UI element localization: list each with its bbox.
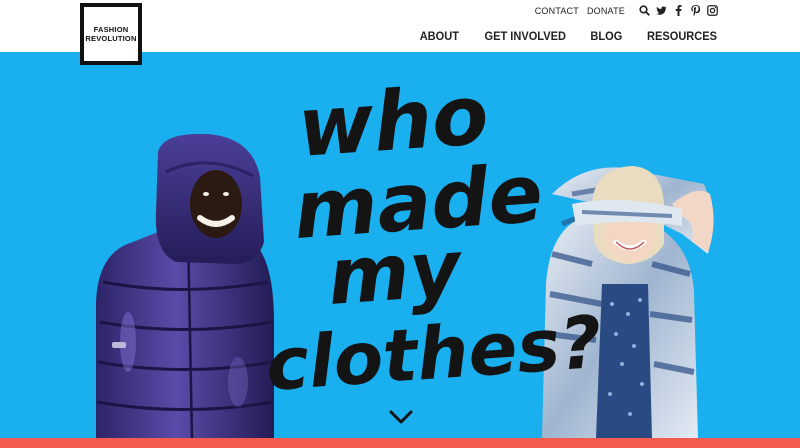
headline-line-3: my (325, 224, 466, 323)
nav-blog[interactable]: BLOG (591, 29, 623, 43)
fashion-revolution-logo[interactable]: FASHION REVOLUTION (80, 3, 142, 65)
nav-get-involved[interactable]: GET INVOLVED (484, 29, 565, 43)
facebook-icon[interactable] (673, 5, 684, 16)
headline-line-4: clothes? (263, 300, 604, 407)
main-nav: ABOUT GET INVOLVED BLOG RESOURCES (418, 29, 720, 43)
accent-bar (0, 438, 800, 448)
utility-nav: CONTACT DONATE (535, 5, 718, 16)
pinterest-icon[interactable] (690, 5, 701, 16)
site-header: FASHION REVOLUTION CONTACT DONATE ABOUT … (0, 0, 800, 65)
hero-headline: who made my clothes? (263, 68, 604, 407)
social-icons (639, 5, 718, 16)
twitter-icon[interactable] (656, 5, 667, 16)
nav-resources[interactable]: RESOURCES (647, 29, 717, 43)
contact-link[interactable]: CONTACT (535, 6, 579, 16)
search-icon[interactable] (639, 5, 650, 16)
logo-line-2: REVOLUTION (85, 34, 137, 43)
chevron-down-icon[interactable] (388, 408, 414, 426)
hero-banner: who made my clothes? (0, 52, 800, 438)
logo-line-1: FASHION (93, 25, 129, 34)
donate-link[interactable]: DONATE (587, 6, 625, 16)
nav-about[interactable]: ABOUT (420, 29, 459, 43)
instagram-icon[interactable] (707, 5, 718, 16)
